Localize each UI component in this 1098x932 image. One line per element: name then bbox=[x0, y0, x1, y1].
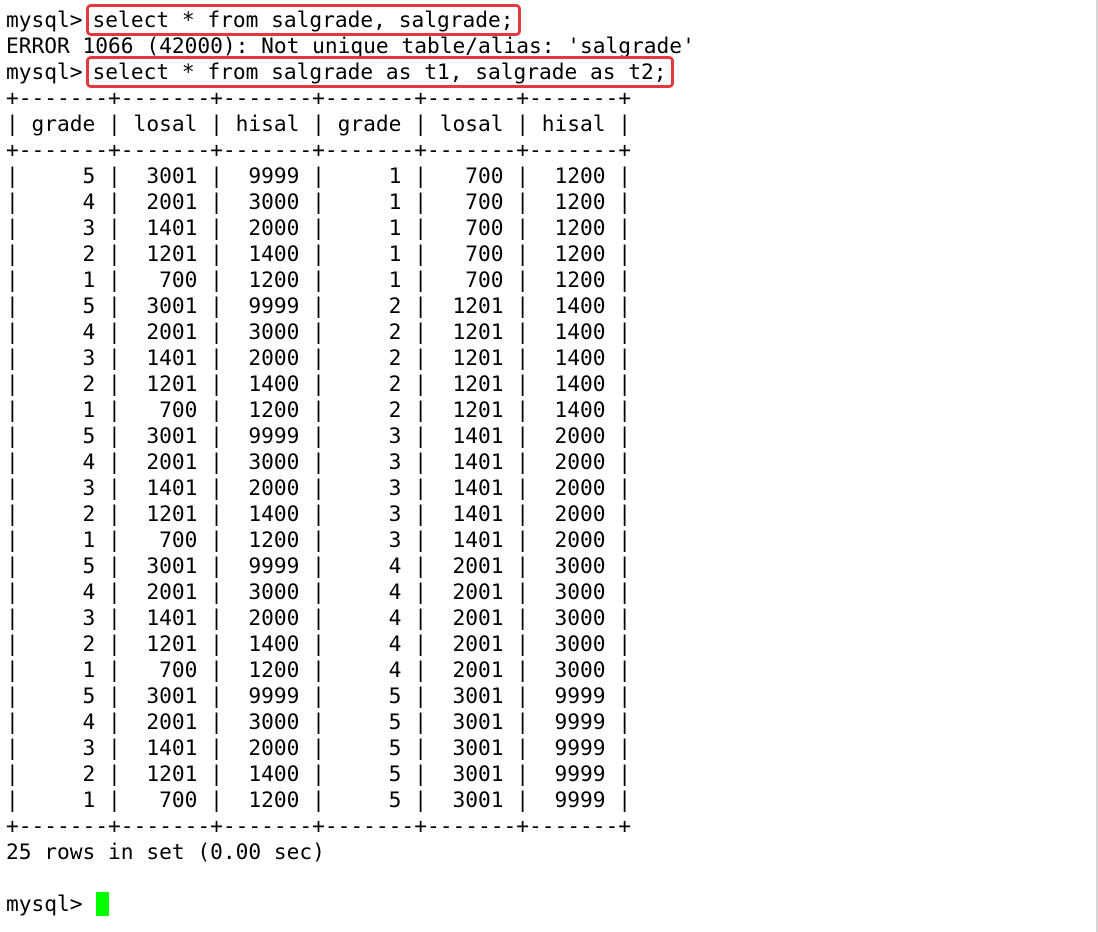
table-border-mid: +-------+-------+-------+-------+-------… bbox=[6, 137, 632, 162]
table-row: | 1 | 700 | 1200 | 5 | 3001 | 9999 | bbox=[6, 787, 632, 812]
table-row: | 4 | 2001 | 3000 | 5 | 3001 | 9999 | bbox=[6, 709, 632, 734]
table-row: | 4 | 2001 | 3000 | 4 | 2001 | 3000 | bbox=[6, 579, 632, 604]
command-line-2: mysql> select * from salgrade as t1, salg… bbox=[6, 56, 695, 88]
active-prompt-line[interactable]: mysql> bbox=[6, 891, 695, 917]
table-row: | 4 | 2001 | 3000 | 2 | 1201 | 1400 | bbox=[6, 319, 632, 344]
command-line-1: mysql> select * from salgrade, salgrade; bbox=[6, 4, 695, 36]
table-row: | 1 | 700 | 1200 | 3 | 1401 | 2000 | bbox=[6, 527, 632, 552]
table-row: | 4 | 2001 | 3000 | 3 | 1401 | 2000 | bbox=[6, 449, 632, 474]
table-row: | 2 | 1201 | 1400 | 2 | 1201 | 1400 | bbox=[6, 371, 632, 396]
table-row: | 3 | 1401 | 2000 | 5 | 3001 | 9999 | bbox=[6, 735, 632, 760]
table-header: | grade | losal | hisal | grade | losal … bbox=[6, 111, 632, 136]
result-summary: 25 rows in set (0.00 sec) bbox=[6, 839, 325, 864]
terminal-output[interactable]: mysql> select * from salgrade, salgrade; … bbox=[6, 4, 695, 917]
table-row: | 5 | 3001 | 9999 | 5 | 3001 | 9999 | bbox=[6, 683, 632, 708]
table-row: | 4 | 2001 | 3000 | 1 | 700 | 1200 | bbox=[6, 189, 632, 214]
table-row: | 2 | 1201 | 1400 | 3 | 1401 | 2000 | bbox=[6, 501, 632, 526]
table-row: | 3 | 1401 | 2000 | 1 | 700 | 1200 | bbox=[6, 215, 632, 240]
table-row: | 2 | 1201 | 1400 | 5 | 3001 | 9999 | bbox=[6, 761, 632, 786]
prompt: mysql> bbox=[6, 7, 83, 32]
table-row: | 2 | 1201 | 1400 | 1 | 700 | 1200 | bbox=[6, 241, 632, 266]
table-row: | 3 | 1401 | 2000 | 3 | 1401 | 2000 | bbox=[6, 475, 632, 500]
table-border-bottom: +-------+-------+-------+-------+-------… bbox=[6, 813, 632, 838]
table-row: | 3 | 1401 | 2000 | 2 | 1201 | 1400 | bbox=[6, 345, 632, 370]
prompt: mysql> bbox=[6, 59, 83, 84]
table-row: | 5 | 3001 | 9999 | 1 | 700 | 1200 | bbox=[6, 163, 632, 188]
table-row: | 1 | 700 | 1200 | 4 | 2001 | 3000 | bbox=[6, 657, 632, 682]
table-row: | 3 | 1401 | 2000 | 4 | 2001 | 3000 | bbox=[6, 605, 632, 630]
table-row: | 5 | 3001 | 9999 | 3 | 1401 | 2000 | bbox=[6, 423, 632, 448]
table-border-top: +-------+-------+-------+-------+-------… bbox=[6, 85, 632, 110]
text-cursor bbox=[95, 892, 109, 916]
table-body: | 5 | 3001 | 9999 | 1 | 700 | 1200 | | 4 … bbox=[6, 163, 695, 813]
table-row: | 5 | 3001 | 9999 | 4 | 2001 | 3000 | bbox=[6, 553, 632, 578]
table-row: | 5 | 3001 | 9999 | 2 | 1201 | 1400 | bbox=[6, 293, 632, 318]
table-row: | 1 | 700 | 1200 | 1 | 700 | 1200 | bbox=[6, 267, 632, 292]
prompt: mysql> bbox=[6, 891, 83, 916]
highlighted-command-2: select * from salgrade as t1, salgrade a… bbox=[85, 56, 674, 88]
table-row: | 2 | 1201 | 1400 | 4 | 2001 | 3000 | bbox=[6, 631, 632, 656]
highlighted-command-1: select * from salgrade, salgrade; bbox=[85, 4, 521, 36]
table-row: | 1 | 700 | 1200 | 2 | 1201 | 1400 | bbox=[6, 397, 632, 422]
